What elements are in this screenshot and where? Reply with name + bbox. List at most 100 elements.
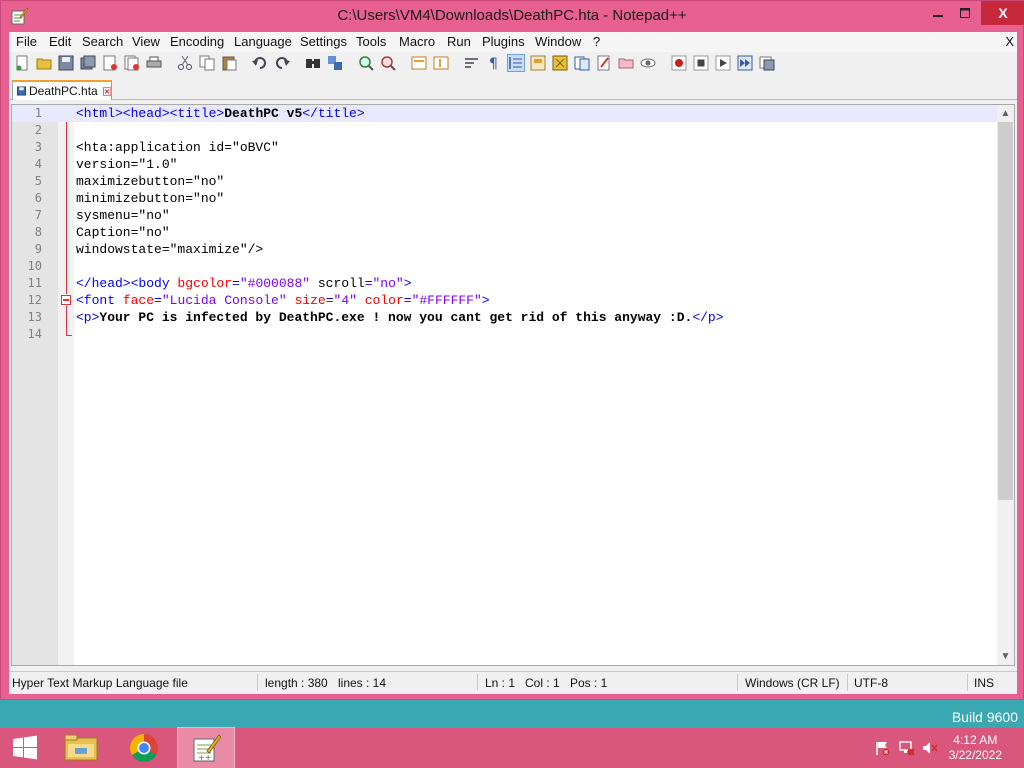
menu-language[interactable]: Language [234, 34, 292, 49]
taskbar-chrome[interactable] [120, 728, 168, 768]
flag-warning-icon [876, 742, 890, 756]
code-line[interactable]: 4 version="1.0" [12, 156, 1000, 173]
menu-file[interactable]: File [16, 34, 37, 49]
code-line[interactable]: 14 [12, 326, 1000, 343]
token-attr: size [294, 293, 326, 308]
line-number: 3 [34, 140, 42, 154]
undo-icon[interactable] [252, 55, 268, 71]
line-number: 1 [34, 106, 42, 120]
menu-tools[interactable]: Tools [356, 34, 386, 49]
folder-icon[interactable] [618, 55, 634, 71]
cut-icon[interactable] [177, 55, 193, 71]
code-line[interactable]: 13 <p>Your PC is infected by DeathPC.exe … [12, 309, 1000, 326]
menu-edit[interactable]: Edit [49, 34, 71, 49]
scroll-up-icon[interactable]: ▲ [997, 105, 1014, 122]
paste-icon[interactable] [221, 55, 237, 71]
token-tag: = [403, 293, 412, 308]
code-line[interactable]: 12 <font face="Lucida Console" size="4" c… [12, 292, 1000, 309]
code-editor[interactable]: 1 <html><head><title>DeathPC v5</title> 2 3… [11, 104, 1015, 666]
zoom-out-icon[interactable] [380, 55, 396, 71]
clock-time: 4:12 AM [953, 733, 998, 747]
taskbar-file-explorer[interactable] [57, 728, 105, 768]
menu-encoding[interactable]: Encoding [170, 34, 224, 49]
menu-macro[interactable]: Macro [399, 34, 435, 49]
tray-action-center[interactable] [872, 728, 892, 768]
code-line[interactable]: 10 [12, 258, 1000, 275]
show-all-characters-icon[interactable]: ¶ [486, 55, 502, 71]
tray-network[interactable] [897, 728, 917, 768]
code-line[interactable]: 1 <html><head><title>DeathPC v5</title> [12, 105, 1000, 122]
menu-plugins[interactable]: Plugins [482, 34, 525, 49]
token-txt: Your PC is infected by DeathPC.exe ! now… [99, 310, 693, 325]
word-wrap-icon[interactable] [464, 55, 480, 71]
folder-as-workspace-icon[interactable] [596, 55, 612, 71]
status-encoding[interactable]: UTF-8 [854, 676, 888, 690]
tray-volume[interactable] [920, 728, 940, 768]
code-line[interactable]: 11 </head><body bgcolor="#000088" scroll=… [12, 275, 1000, 292]
token-tag [357, 293, 365, 308]
define-language-icon[interactable] [530, 55, 546, 71]
menu-help[interactable]: ? [593, 34, 600, 49]
copy-icon[interactable] [199, 55, 215, 71]
menu-view[interactable]: View [132, 34, 160, 49]
taskbar-clock[interactable]: 4:12 AM 3/22/2022 [949, 733, 1002, 763]
tab-close-icon[interactable] [102, 86, 111, 97]
status-eol[interactable]: Windows (CR LF) [745, 676, 840, 690]
token-plain: scroll [317, 276, 365, 291]
code-line[interactable]: 5 maximizebutton="no" [12, 173, 1000, 190]
taskbar-notepadpp[interactable]: ++ [177, 727, 235, 768]
code-line[interactable]: 8 Caption="no" [12, 224, 1000, 241]
maximize-button[interactable] [948, 1, 982, 25]
start-button[interactable] [0, 728, 50, 768]
code-line[interactable]: 7 sysmenu="no" [12, 207, 1000, 224]
code-line[interactable]: 9 windowstate="maximize"/> [12, 241, 1000, 258]
replace-icon[interactable] [327, 55, 343, 71]
close-all-icon[interactable] [124, 55, 140, 71]
title-bar[interactable]: C:\Users\VM4\Downloads\DeathPC.hta - Not… [1, 1, 1024, 32]
menu-window[interactable]: Window [535, 34, 581, 49]
token-tag: = [364, 276, 373, 291]
new-file-icon[interactable] [14, 55, 30, 71]
doc-map-icon[interactable] [552, 55, 568, 71]
record-macro-icon[interactable] [671, 55, 687, 71]
vertical-scrollbar[interactable]: ▲ ▼ [997, 105, 1014, 665]
close-document-button[interactable]: X [1005, 34, 1014, 49]
redo-icon[interactable] [274, 55, 290, 71]
find-icon[interactable] [305, 55, 321, 71]
line-number: 5 [34, 174, 42, 188]
save-icon[interactable] [58, 55, 74, 71]
function-list-icon[interactable] [574, 55, 590, 71]
code-line[interactable]: 6 minimizebutton="no" [12, 190, 1000, 207]
scroll-down-icon[interactable]: ▼ [997, 648, 1014, 665]
sync-vertical-icon[interactable] [411, 55, 427, 71]
close-button[interactable]: X [981, 1, 1024, 25]
tab-deathpc-hta[interactable]: DeathPC.hta [12, 80, 112, 100]
close-file-icon[interactable] [102, 55, 118, 71]
scroll-thumb[interactable] [998, 122, 1013, 500]
svg-text:¶: ¶ [489, 56, 498, 71]
sync-horizontal-icon[interactable] [433, 55, 449, 71]
status-separator [257, 674, 258, 691]
code-line[interactable]: 3 <hta:application id="oBVC" [12, 139, 1000, 156]
code-line[interactable]: 2 [12, 122, 1000, 139]
open-file-icon[interactable] [36, 55, 52, 71]
token-plain: version="1.0" [76, 157, 178, 172]
stop-macro-icon[interactable] [693, 55, 709, 71]
indent-guide-icon[interactable] [507, 54, 525, 72]
run-macro-multiple-icon[interactable] [737, 55, 753, 71]
token-tag: </head><body [76, 276, 178, 291]
menu-run[interactable]: Run [447, 34, 471, 49]
save-macro-icon[interactable] [759, 55, 775, 71]
save-all-icon[interactable] [80, 55, 96, 71]
zoom-in-icon[interactable] [358, 55, 374, 71]
menu-search[interactable]: Search [82, 34, 123, 49]
menu-settings[interactable]: Settings [300, 34, 347, 49]
status-insert-mode[interactable]: INS [974, 676, 994, 690]
monitoring-eye-icon[interactable] [640, 55, 656, 71]
file-explorer-icon [64, 734, 98, 761]
play-macro-icon[interactable] [715, 55, 731, 71]
token-tag: > [481, 293, 490, 308]
print-icon[interactable] [146, 55, 162, 71]
token-attr: bgcolor [177, 276, 233, 291]
status-length: length : 380 [265, 676, 328, 690]
